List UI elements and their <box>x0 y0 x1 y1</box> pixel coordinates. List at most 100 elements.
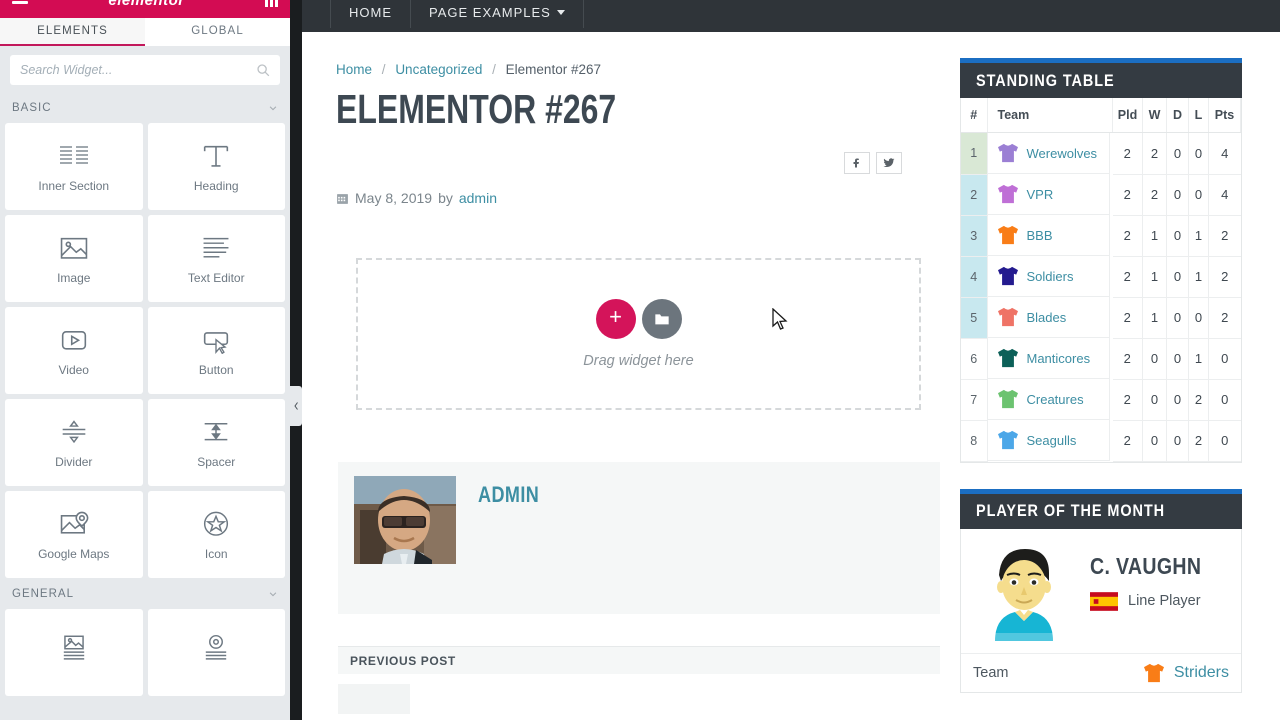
add-template-button[interactable] <box>641 299 682 339</box>
standing-table-widget: STANDING TABLE # Team Pld W D L Pts 1 We… <box>960 58 1242 463</box>
tab-elements[interactable]: ELEMENTS <box>0 18 145 46</box>
cell-rank: 3 <box>961 215 988 257</box>
post-author-link[interactable]: admin <box>459 190 497 206</box>
standing-table: # Team Pld W D L Pts 1 Werewolves 2 2 0 … <box>961 98 1241 462</box>
cell-l: 0 <box>1188 174 1209 216</box>
cell-d: 0 <box>1166 132 1189 175</box>
cell-w: 0 <box>1142 379 1167 421</box>
previous-post-bar[interactable]: PREVIOUS POST <box>338 646 940 674</box>
grid-view-icon[interactable] <box>264 0 278 7</box>
widget-label: Divider <box>55 454 93 469</box>
team-name-link[interactable]: Striders <box>1174 664 1229 682</box>
widget-google-maps[interactable]: Google Maps <box>5 491 143 578</box>
author-name[interactable]: ADMIN <box>478 482 539 508</box>
widget-inner-section[interactable]: Inner Section <box>5 123 143 210</box>
map-pin-icon <box>57 509 91 539</box>
table-row: 8 Seagulls 2 0 0 2 0 <box>961 420 1241 462</box>
main-content-column: Home / Uncategorized / Elementor #267 EL… <box>302 32 942 720</box>
nav-item-home[interactable]: HOME <box>330 0 411 28</box>
widget-icon-box[interactable] <box>147 609 285 696</box>
standing-table-title: STANDING TABLE <box>976 70 1115 90</box>
team-link[interactable]: VPR <box>1027 187 1054 202</box>
tab-global[interactable]: GLOBAL <box>145 18 290 46</box>
chevron-down-icon[interactable] <box>268 589 278 599</box>
text-lines-icon <box>199 233 233 263</box>
post-date: May 8, 2019 <box>355 190 433 206</box>
team-link[interactable]: Seagulls <box>1027 433 1077 448</box>
widget-icon[interactable]: Icon <box>147 491 285 578</box>
cell-team: Creatures <box>987 379 1110 420</box>
col-d: D <box>1166 98 1189 133</box>
widget-image[interactable]: Image <box>5 215 143 302</box>
nav-label: HOME <box>349 4 392 20</box>
table-row: 4 Soldiers 2 1 0 1 2 <box>961 256 1241 298</box>
cell-l: 2 <box>1188 420 1209 462</box>
panel-header: elementor <box>0 0 290 18</box>
widget-text-editor[interactable]: Text Editor <box>147 215 285 302</box>
cell-pld: 2 <box>1112 297 1143 339</box>
nav-item-page-examples[interactable]: PAGE EXAMPLES <box>411 0 584 28</box>
cell-w: 0 <box>1142 420 1167 462</box>
team-link[interactable]: Soldiers <box>1027 269 1074 284</box>
col-rank: # <box>961 98 988 133</box>
table-row: 1 Werewolves 2 2 0 0 4 <box>961 132 1241 175</box>
widget-list-scroll[interactable]: BASIC Inner Section Heading Image Text E… <box>0 92 290 720</box>
cell-pts: 0 <box>1208 338 1241 380</box>
widget-divider[interactable]: Divider <box>5 399 143 486</box>
twitter-icon <box>883 158 895 168</box>
site-navbar: HOME PAGE EXAMPLES <box>302 0 1280 32</box>
jersey-icon <box>997 307 1018 327</box>
chevron-down-icon[interactable] <box>268 103 278 113</box>
team-label: Team <box>973 664 1009 681</box>
panel-tabs: ELEMENTS GLOBAL <box>0 18 290 46</box>
widget-image-box[interactable] <box>5 609 143 696</box>
share-facebook-button[interactable] <box>844 152 870 174</box>
author-box: ADMIN <box>338 462 940 614</box>
cell-l: 2 <box>1188 379 1209 421</box>
hamburger-menu-icon[interactable] <box>12 0 28 4</box>
widget-button[interactable]: Button <box>147 307 285 394</box>
breadcrumb-home[interactable]: Home <box>336 62 372 77</box>
widget-label: Image <box>57 270 91 285</box>
widget-dropzone[interactable]: + Drag widget here <box>356 258 921 410</box>
share-twitter-button[interactable] <box>876 152 902 174</box>
site-preview: HOME PAGE EXAMPLES Home / Uncategorized … <box>302 0 1280 720</box>
cell-rank: 6 <box>961 338 988 380</box>
cell-pts: 0 <box>1208 379 1241 421</box>
search-input[interactable] <box>20 63 256 77</box>
calendar-icon <box>337 193 348 204</box>
columns-icon <box>57 141 91 171</box>
cell-pts: 2 <box>1208 256 1241 298</box>
breadcrumb-separator: / <box>381 62 386 77</box>
breadcrumb-uncategorized[interactable]: Uncategorized <box>395 62 482 77</box>
cell-pld: 2 <box>1112 379 1143 421</box>
cell-pts: 4 <box>1208 132 1241 175</box>
col-pld: Pld <box>1112 98 1143 133</box>
team-link[interactable]: Manticores <box>1027 351 1091 366</box>
table-row: 2 VPR 2 2 0 0 4 <box>961 174 1241 216</box>
widget-video[interactable]: Video <box>5 307 143 394</box>
previous-post-thumbnail[interactable] <box>338 684 410 714</box>
team-link[interactable]: Blades <box>1027 310 1067 325</box>
icon-box-icon <box>199 634 233 664</box>
previous-post-label: PREVIOUS POST <box>350 653 456 668</box>
spain-flag-icon <box>1090 591 1118 611</box>
player-info: C. VAUGHN Line Player <box>1090 541 1221 611</box>
cell-d: 0 <box>1166 297 1189 339</box>
widget-heading[interactable]: Heading <box>147 123 285 210</box>
cell-l: 1 <box>1188 256 1209 298</box>
breadcrumb: Home / Uncategorized / Elementor #267 <box>336 62 942 77</box>
team-link[interactable]: Werewolves <box>1027 146 1098 161</box>
widget-spacer[interactable]: Spacer <box>147 399 285 486</box>
team-value: Striders <box>1142 663 1229 683</box>
jersey-icon <box>997 430 1018 450</box>
team-link[interactable]: BBB <box>1027 228 1053 243</box>
add-section-button[interactable]: + <box>595 299 636 339</box>
cell-team: BBB <box>987 215 1110 256</box>
search-icon <box>257 64 270 77</box>
search-box[interactable] <box>10 55 280 85</box>
team-link[interactable]: Creatures <box>1027 392 1084 407</box>
category-general-header[interactable]: GENERAL <box>0 578 290 609</box>
panel-collapse-handle[interactable] <box>290 386 302 426</box>
category-basic-header[interactable]: BASIC <box>0 92 290 123</box>
